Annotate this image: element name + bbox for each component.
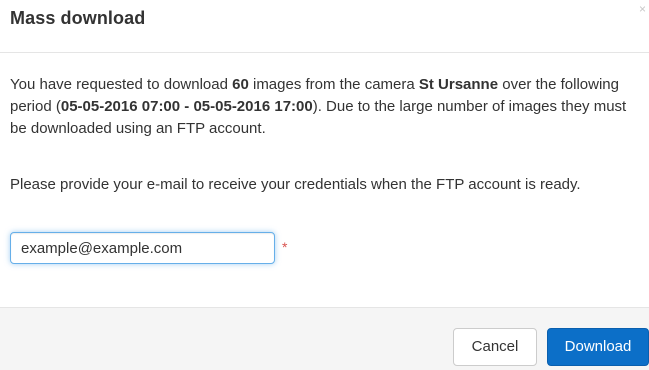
email-input[interactable] (10, 232, 275, 264)
download-button[interactable]: Download (547, 328, 649, 366)
description-mid: images from the camera (248, 76, 419, 93)
download-period: 05-05-2016 07:00 - 05-05-2016 17:00 (60, 98, 313, 115)
close-icon[interactable]: × (639, 2, 649, 16)
request-description: You have requested to download 60 images… (10, 74, 642, 140)
email-instructions: Please provide your e-mail to receive yo… (10, 176, 581, 193)
dialog-body: You have requested to download 60 images… (10, 74, 642, 193)
required-marker: * (282, 239, 288, 255)
mass-download-dialog: Mass download × You have requested to do… (0, 0, 649, 370)
camera-name: St Ursanne (418, 76, 499, 93)
image-count: 60 (232, 76, 249, 93)
dialog-title: Mass download (10, 8, 146, 28)
dialog-header: Mass download × (0, 0, 649, 53)
dialog-footer: Cancel Download (0, 307, 649, 370)
description-prefix: You have requested to download (10, 76, 233, 93)
cancel-button[interactable]: Cancel (453, 328, 537, 366)
